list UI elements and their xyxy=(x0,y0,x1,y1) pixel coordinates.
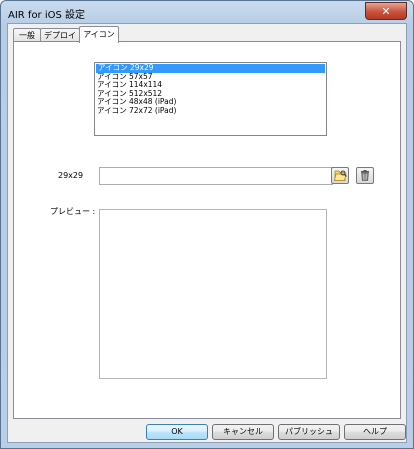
window-title: AIR for iOS 設定 xyxy=(8,10,86,21)
trash-icon xyxy=(361,170,369,181)
icon-path-field[interactable] xyxy=(99,167,333,185)
publish-button[interactable]: パブリッシュ xyxy=(278,424,340,440)
icon-size-list[interactable]: アイコン 29x29 アイコン 57x57 アイコン 114x114 アイコン … xyxy=(94,62,327,136)
icons-panel: アイコン 29x29 アイコン 57x57 アイコン 114x114 アイコン … xyxy=(13,41,401,419)
icon-size-label: 29x29 xyxy=(58,171,84,180)
cancel-button[interactable]: キャンセル xyxy=(212,424,274,440)
icon-preview-area xyxy=(99,209,327,379)
close-button[interactable]: ✕ xyxy=(365,2,407,20)
help-button[interactable]: ヘルプ xyxy=(344,424,406,440)
preview-label: プレビュー : xyxy=(50,207,96,216)
delete-button[interactable] xyxy=(356,167,374,184)
ok-button[interactable]: OK xyxy=(146,424,208,440)
close-icon: ✕ xyxy=(381,4,391,18)
tab-general[interactable]: 一般 xyxy=(13,28,41,42)
list-item[interactable]: アイコン 72x72 (iPad) xyxy=(95,106,326,116)
settings-dialog: AIR for iOS 設定 ✕ 一般 デプロイ アイコン アイコン 29x29… xyxy=(0,0,414,449)
dialog-body: 一般 デプロイ アイコン アイコン 29x29 アイコン 57x57 アイコン … xyxy=(7,23,407,443)
title-bar[interactable]: AIR for iOS 設定 ✕ xyxy=(1,1,413,23)
tab-icons[interactable]: アイコン xyxy=(79,26,119,43)
browse-button[interactable] xyxy=(331,167,349,184)
tab-deploy[interactable]: デプロイ xyxy=(40,28,80,42)
folder-browse-icon xyxy=(333,170,347,181)
